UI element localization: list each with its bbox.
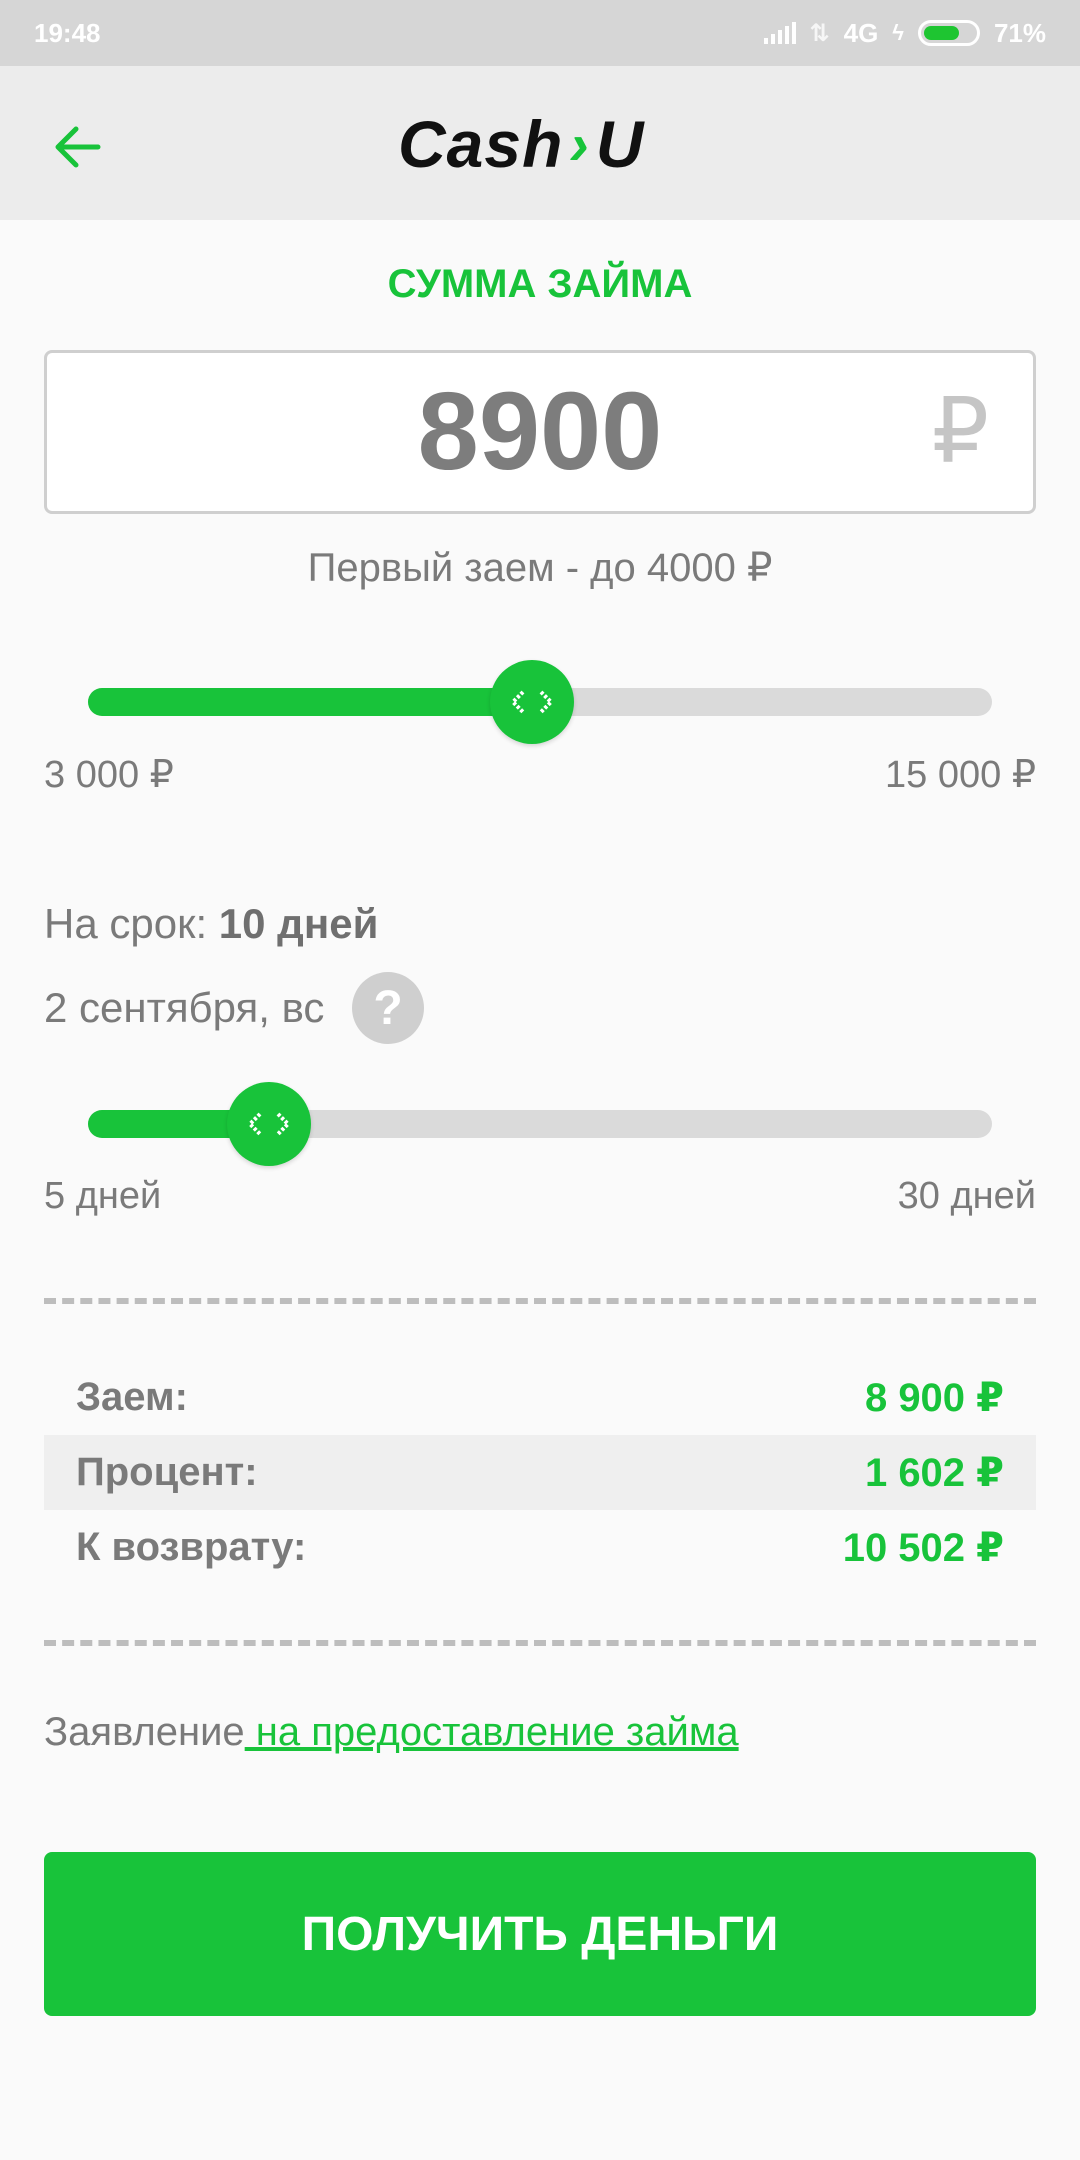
summary-label: Процент: bbox=[76, 1450, 258, 1494]
amount-slider[interactable] bbox=[88, 660, 992, 744]
amount-min-label: 3 000 ₽ bbox=[44, 754, 174, 796]
back-button[interactable] bbox=[40, 110, 114, 184]
summary-value: 10 502 ₽ bbox=[842, 1525, 1004, 1570]
divider bbox=[44, 1298, 1036, 1304]
data-arrows-icon: ⇅ bbox=[809, 19, 830, 47]
summary-label: К возврату: bbox=[76, 1525, 307, 1569]
divider bbox=[44, 1640, 1036, 1646]
amount-value[interactable]: 8900 bbox=[47, 353, 1033, 511]
summary-value: 1 602 ₽ bbox=[864, 1450, 1004, 1495]
summary-value: 8 900 ₽ bbox=[864, 1375, 1004, 1420]
battery-fill bbox=[923, 26, 960, 40]
statement-prefix: Заявление bbox=[44, 1710, 245, 1754]
term-row: На срок: 10 дней bbox=[44, 900, 378, 948]
term-max-label: 30 дней bbox=[897, 1175, 1036, 1217]
battery-icon bbox=[917, 20, 980, 46]
status-bar: 19:48 ⇅ 4G ϟ 71% bbox=[0, 0, 1080, 66]
amount-input[interactable]: 8900 ₽ bbox=[44, 350, 1036, 514]
app-logo: Cash › U bbox=[398, 104, 644, 184]
logo-text-u: U bbox=[595, 107, 645, 181]
summary-row-total: К возврату: 10 502 ₽ bbox=[44, 1510, 1036, 1585]
term-min-label: 5 дней bbox=[44, 1175, 162, 1217]
summary-row-interest: Процент: 1 602 ₽ bbox=[44, 1435, 1036, 1510]
get-money-button[interactable]: ПОЛУЧИТЬ ДЕНЬГИ bbox=[44, 1852, 1036, 2016]
summary-label: Заем: bbox=[76, 1375, 188, 1419]
first-loan-hint: Первый заем - до 4000 ₽ bbox=[307, 546, 773, 590]
signal-icon bbox=[763, 22, 796, 44]
logo-chevron-icon: › bbox=[569, 111, 590, 177]
network-type: 4G bbox=[843, 17, 879, 48]
statement-link[interactable]: на предоставление займа bbox=[245, 1710, 739, 1754]
battery-percent: 71% bbox=[993, 17, 1046, 48]
statement-text: Заявление на предоставление займа bbox=[44, 1710, 739, 1755]
logo-text-cash: Cash bbox=[398, 107, 564, 181]
summary-row-loan: Заем: 8 900 ₽ bbox=[44, 1360, 1036, 1435]
amount-max-label: 15 000 ₽ bbox=[885, 754, 1036, 796]
term-slider[interactable] bbox=[88, 1082, 992, 1166]
term-value: 10 дней bbox=[218, 900, 379, 947]
loan-amount-title: СУММА ЗАЙМА bbox=[387, 262, 693, 306]
ruble-icon: ₽ bbox=[931, 382, 989, 482]
app-bar: Cash › U bbox=[0, 66, 1080, 220]
drag-arrows-icon bbox=[510, 690, 555, 714]
status-time: 19:48 bbox=[34, 17, 101, 48]
term-label: На срок: bbox=[44, 900, 208, 947]
amount-slider-fill bbox=[88, 688, 533, 716]
amount-slider-thumb[interactable] bbox=[490, 660, 575, 744]
return-date: 2 сентября, вс bbox=[44, 984, 325, 1031]
charging-icon: ϟ bbox=[892, 20, 904, 45]
status-icons: ⇅ 4G ϟ 71% bbox=[763, 17, 1046, 49]
drag-arrows-icon bbox=[246, 1112, 291, 1136]
help-button[interactable]: ? bbox=[352, 972, 424, 1044]
term-slider-thumb[interactable] bbox=[226, 1082, 311, 1166]
arrow-left-icon bbox=[55, 126, 101, 168]
